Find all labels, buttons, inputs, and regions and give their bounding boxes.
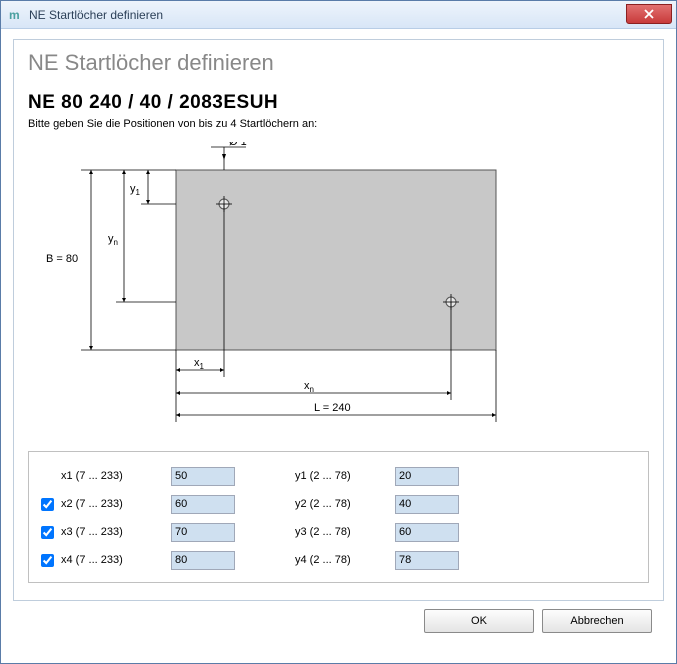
window-title: NE Startlöcher definieren xyxy=(29,8,163,22)
row-4: x4 (7 ... 233) y4 (2 ... 78) xyxy=(41,546,636,574)
y2-label: y2 (2 ... 78) xyxy=(295,498,395,510)
inputs-box: x1 (7 ... 233) y1 (2 ... 78) x2 (7 ... 2… xyxy=(28,451,649,583)
titlebar: m NE Startlöcher definieren xyxy=(1,1,676,29)
footer: OK Abbrechen xyxy=(13,601,664,633)
panel-heading: NE Startlöcher definieren xyxy=(28,50,649,76)
close-icon xyxy=(644,9,654,19)
cancel-button[interactable]: Abbrechen xyxy=(542,609,652,633)
app-icon: m xyxy=(9,8,23,22)
main-panel: NE Startlöcher definieren NE 80 240 / 40… xyxy=(13,39,664,601)
svg-text:y1: y1 xyxy=(130,183,141,197)
ok-button[interactable]: OK xyxy=(424,609,534,633)
x1-label: x1 (7 ... 233) xyxy=(61,470,171,482)
y2-input[interactable] xyxy=(395,495,459,514)
dialog-window: m NE Startlöcher definieren NE Startlöch… xyxy=(0,0,677,664)
row-2: x2 (7 ... 233) y2 (2 ... 78) xyxy=(41,490,636,518)
svg-text:yn: yn xyxy=(108,233,118,247)
y1-label: y1 (2 ... 78) xyxy=(295,470,395,482)
x4-label: x4 (7 ... 233) xyxy=(61,554,171,566)
x1-input[interactable] xyxy=(171,467,235,486)
svg-text:x1: x1 xyxy=(194,357,205,371)
row-1: x1 (7 ... 233) y1 (2 ... 78) xyxy=(41,462,636,490)
y4-label: y4 (2 ... 78) xyxy=(295,554,395,566)
svg-text:xn: xn xyxy=(304,380,314,394)
y1-input[interactable] xyxy=(395,467,459,486)
row-3: x3 (7 ... 233) y3 (2 ... 78) xyxy=(41,518,636,546)
x3-input[interactable] xyxy=(171,523,235,542)
row-2-checkbox[interactable] xyxy=(41,498,54,511)
subtitle: Bitte geben Sie die Positionen von bis z… xyxy=(28,118,649,130)
L-label: L = 240 xyxy=(314,402,351,414)
close-button[interactable] xyxy=(626,4,672,24)
y3-input[interactable] xyxy=(395,523,459,542)
content-area: NE Startlöcher definieren NE 80 240 / 40… xyxy=(1,29,676,641)
dia-label: Ø 1 xyxy=(229,142,247,148)
row-4-checkbox[interactable] xyxy=(41,554,54,567)
x3-label: x3 (7 ... 233) xyxy=(61,526,171,538)
row-3-checkbox[interactable] xyxy=(41,526,54,539)
y4-input[interactable] xyxy=(395,551,459,570)
x2-label: x2 (7 ... 233) xyxy=(61,498,171,510)
x4-input[interactable] xyxy=(171,551,235,570)
diagram: Ø 1 y1 yn B xyxy=(46,142,506,432)
B-label: B = 80 xyxy=(46,253,78,265)
part-title: NE 80 240 / 40 / 2083ESUH xyxy=(28,92,649,114)
x2-input[interactable] xyxy=(171,495,235,514)
y3-label: y3 (2 ... 78) xyxy=(295,526,395,538)
